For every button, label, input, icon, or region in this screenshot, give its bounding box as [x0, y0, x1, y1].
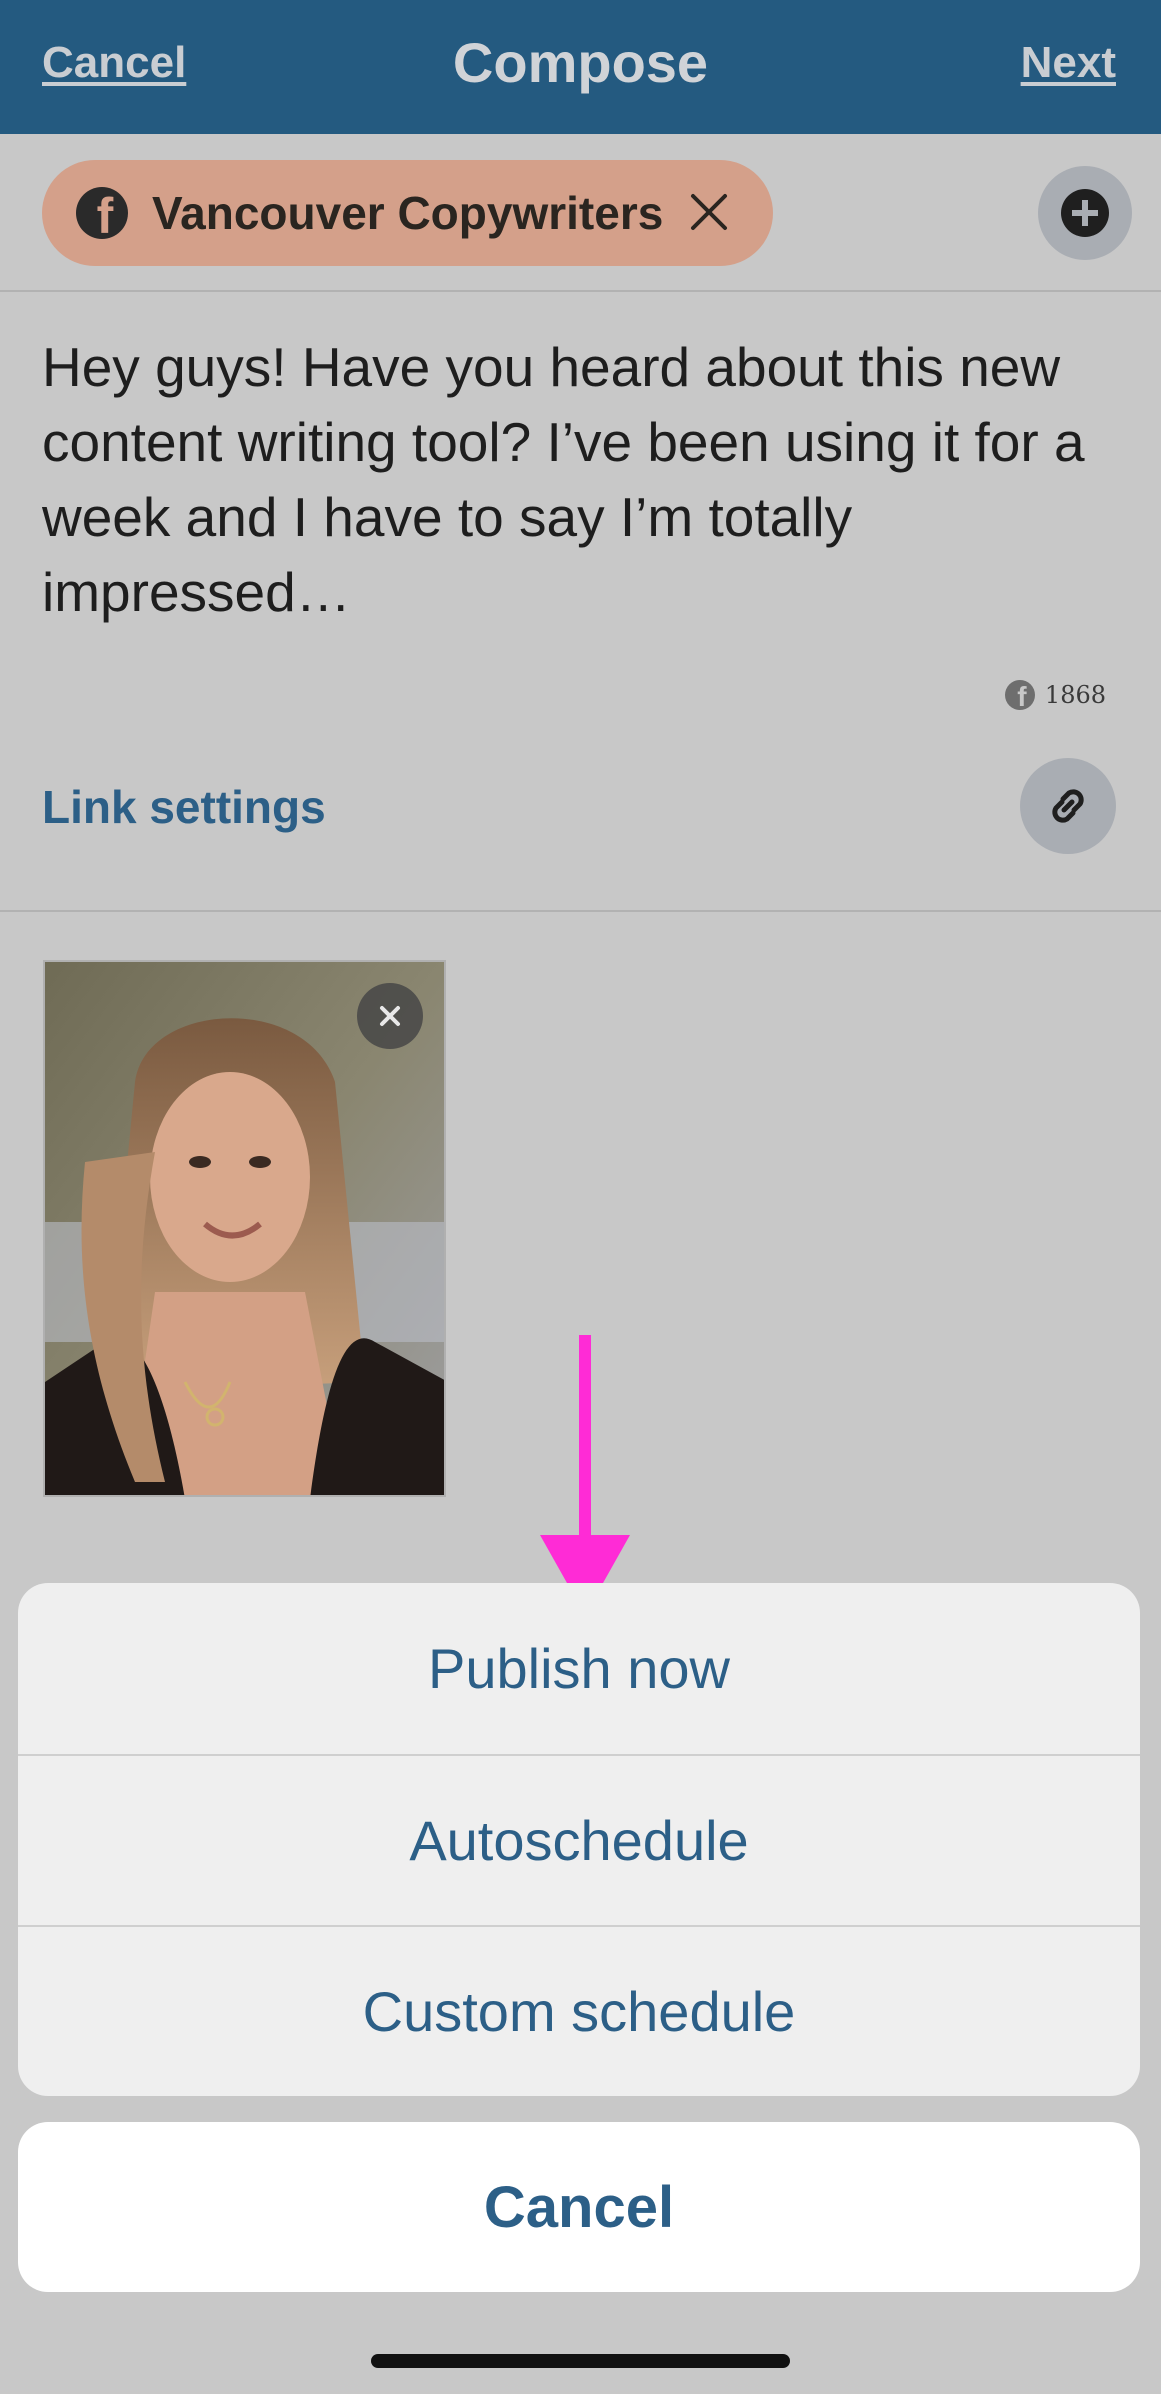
- account-chip-label: Vancouver Copywriters: [152, 187, 664, 239]
- action-sheet-cancel-button[interactable]: Cancel: [18, 2122, 1140, 2292]
- facebook-icon: f: [76, 187, 128, 239]
- add-account-button[interactable]: [1038, 166, 1132, 260]
- link-settings-button[interactable]: Link settings: [42, 780, 326, 834]
- close-icon[interactable]: [681, 184, 737, 240]
- publish-now-button[interactable]: Publish now: [18, 1583, 1140, 1754]
- character-counter: f 1868: [1004, 680, 1106, 710]
- close-icon: [380, 1006, 400, 1026]
- divider: [0, 290, 1161, 292]
- post-text-area[interactable]: Hey guys! Have you heard about this new …: [42, 330, 1122, 630]
- link-button[interactable]: [1020, 758, 1116, 854]
- character-count: 1868: [1044, 681, 1106, 709]
- link-icon: [1052, 789, 1084, 823]
- annotation-arrow-icon: [540, 1335, 630, 1615]
- account-chip[interactable]: f Vancouver Copywriters: [42, 160, 773, 266]
- custom-schedule-button[interactable]: Custom schedule: [18, 1926, 1140, 2096]
- facebook-icon: f: [1004, 680, 1035, 710]
- compose-header: Cancel Compose Next: [0, 0, 1161, 134]
- header-next-button[interactable]: Next: [1021, 38, 1116, 88]
- divider: [0, 910, 1161, 912]
- page-title: Compose: [452, 31, 709, 94]
- home-indicator[interactable]: [371, 2354, 790, 2368]
- plus-icon: [1061, 189, 1109, 237]
- publish-action-sheet: Publish now Autoschedule Custom schedule: [18, 1583, 1140, 2096]
- remove-photo-button[interactable]: [357, 983, 423, 1049]
- autoschedule-button[interactable]: Autoschedule: [18, 1755, 1140, 1926]
